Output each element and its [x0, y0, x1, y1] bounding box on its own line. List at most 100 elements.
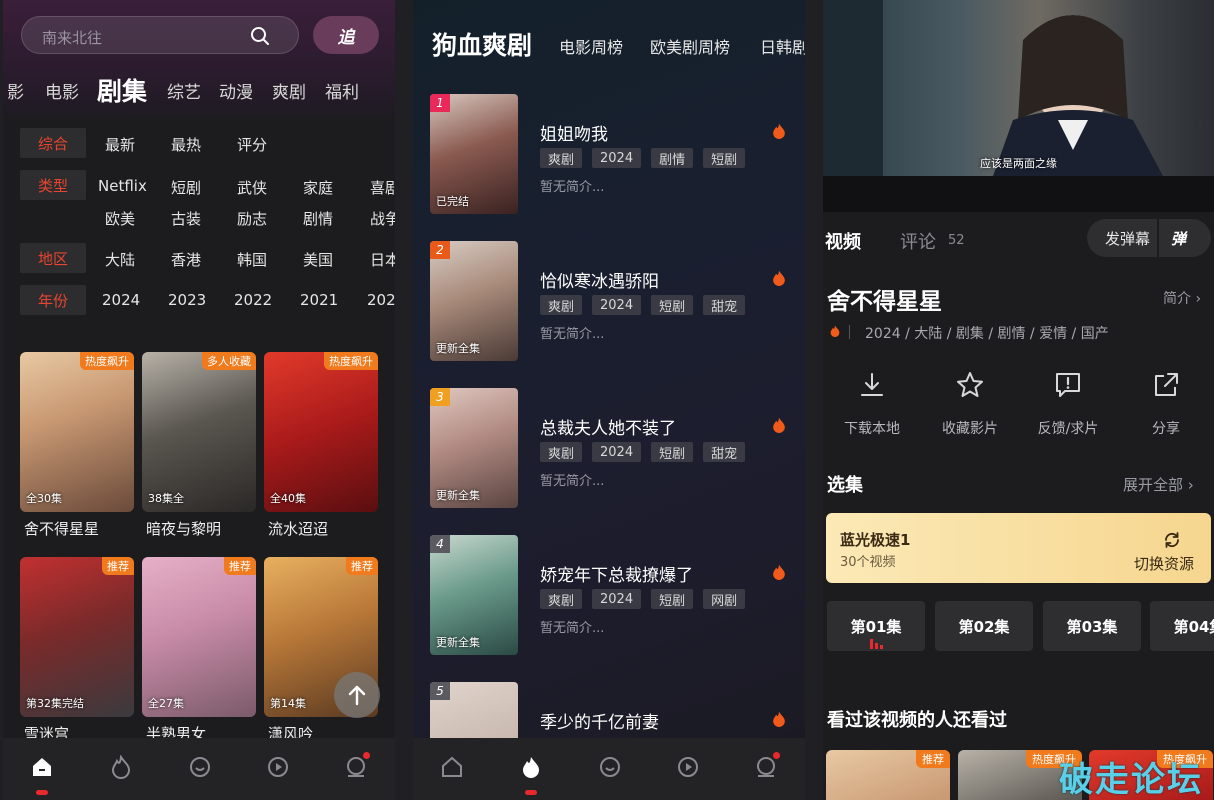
- nav-chat[interactable]: [595, 752, 625, 782]
- tab-video[interactable]: 视频: [825, 228, 861, 254]
- nav-play[interactable]: [673, 752, 703, 782]
- filter-option[interactable]: 香港: [171, 249, 201, 270]
- favorite-button[interactable]: 收藏影片: [925, 370, 1015, 438]
- ranking-tab[interactable]: 电影周榜: [559, 34, 623, 58]
- tab-active[interactable]: 剧集: [97, 72, 147, 108]
- filter-option[interactable]: 日本: [370, 249, 395, 270]
- nav-play[interactable]: [263, 752, 293, 782]
- poster-image: 2 更新全集: [430, 241, 518, 361]
- poster-status: 更新全集: [436, 342, 480, 355]
- expand-all-link[interactable]: 展开全部 ›: [1123, 474, 1194, 495]
- episode-button[interactable]: 第04集: [1150, 601, 1214, 651]
- player-divider: [823, 176, 1214, 212]
- download-button[interactable]: 下载本地: [827, 370, 917, 438]
- filter-option[interactable]: 2024: [102, 291, 140, 309]
- filter-region-key[interactable]: 地区: [20, 243, 86, 273]
- filter-option[interactable]: 武侠: [237, 177, 267, 198]
- filter-option[interactable]: 最新: [105, 134, 135, 155]
- filter-option[interactable]: 喜剧: [370, 177, 395, 198]
- nav-home[interactable]: [437, 752, 467, 782]
- category-tab[interactable]: 福利: [325, 78, 359, 103]
- tab-comment[interactable]: 评论: [900, 228, 936, 254]
- poster-badge: 热度飙升: [80, 352, 134, 370]
- search-input[interactable]: 南来北往: [21, 16, 299, 54]
- nav-chat[interactable]: [185, 752, 215, 782]
- filter-option[interactable]: 战争: [370, 208, 395, 229]
- filter-option[interactable]: 2023: [168, 291, 206, 309]
- feedback-button[interactable]: 反馈/求片: [1023, 370, 1113, 438]
- divider: [1157, 219, 1159, 257]
- app-logo-button[interactable]: 追: [313, 16, 379, 54]
- episode-count: 第32集完结: [26, 697, 84, 710]
- scroll-top-button[interactable]: [334, 672, 380, 718]
- item-title: 总裁夫人她不装了: [540, 419, 676, 439]
- danmu-toggle-icon[interactable]: 弹: [1171, 228, 1186, 249]
- category-tab[interactable]: 爽剧: [272, 78, 306, 103]
- filter-option[interactable]: 家庭: [303, 177, 333, 198]
- poster-image: 热度飙升全40集: [264, 352, 378, 512]
- poster-badge: 热度飙升: [324, 352, 378, 370]
- tag: 2024: [592, 589, 642, 609]
- source-card[interactable]: 蓝光极速1 30个视频 切换资源: [826, 513, 1211, 583]
- poster-image: 1 已完结: [430, 94, 518, 214]
- category-tab[interactable]: 电影: [45, 78, 79, 103]
- filter-option[interactable]: 最热: [171, 134, 201, 155]
- send-danmu-button[interactable]: 发弹幕: [1105, 228, 1150, 249]
- rank-number: 2: [430, 241, 450, 259]
- filter-option[interactable]: 欧美: [105, 208, 135, 229]
- filter-option[interactable]: 2022: [234, 291, 272, 309]
- filter-option[interactable]: 202: [367, 291, 395, 309]
- comment-count: 52: [948, 233, 965, 248]
- tag-list: 爽剧 2024 短剧 甜宠: [540, 295, 746, 315]
- tag: 爽剧: [540, 295, 583, 315]
- filter-option[interactable]: 励志: [237, 208, 267, 229]
- filter-type-key[interactable]: 类型: [20, 170, 86, 200]
- share-button[interactable]: 分享: [1121, 370, 1211, 438]
- filter-year-key[interactable]: 年份: [20, 285, 86, 315]
- ranking-item[interactable]: 3 更新全集 总裁夫人她不装了 爽剧 2024 短剧 甜宠 暂无简介...: [413, 388, 805, 518]
- episodes-heading: 选集: [827, 475, 863, 496]
- filter-option[interactable]: 大陆: [105, 249, 135, 270]
- poster-badge: 推荐: [102, 557, 134, 575]
- category-tab[interactable]: 综艺: [167, 78, 201, 103]
- intro-link[interactable]: 简介 ›: [1163, 288, 1201, 308]
- episode-button[interactable]: 第02集: [935, 601, 1033, 651]
- filter-option[interactable]: 剧情: [303, 208, 333, 229]
- recommendation-card[interactable]: 推荐: [826, 750, 950, 800]
- nav-home[interactable]: [27, 752, 57, 782]
- rank-number: 4: [430, 535, 450, 553]
- filter-sort-key[interactable]: 综合: [20, 128, 86, 158]
- nav-hot[interactable]: [106, 752, 136, 782]
- poster-image: 热度飙升 全30集: [20, 352, 134, 512]
- search-icon[interactable]: [250, 26, 270, 46]
- episode-count: 全40集: [270, 492, 306, 505]
- filter-option[interactable]: 韩国: [237, 249, 267, 270]
- category-tab[interactable]: 影: [7, 78, 24, 103]
- play-icon: [268, 757, 288, 777]
- episode-button[interactable]: 第03集: [1043, 601, 1141, 651]
- active-indicator: [36, 790, 48, 795]
- ranking-tab[interactable]: 日韩剧: [760, 34, 805, 58]
- filter-option[interactable]: 美国: [303, 249, 333, 270]
- tag: 爽剧: [540, 589, 583, 609]
- ranking-item[interactable]: 1 已完结 姐姐吻我 爽剧 2024 剧情 短剧 暂无简介...: [413, 94, 805, 224]
- poster-badge: 推荐: [346, 557, 378, 575]
- feedback-icon: [1056, 373, 1080, 397]
- poster-badge: 推荐: [916, 750, 950, 768]
- tag-list: 爽剧 2024 短剧 网剧: [540, 589, 746, 609]
- switch-source-button[interactable]: 切换资源: [1134, 553, 1194, 574]
- video-player[interactable]: 应该是两面之缘: [823, 0, 1214, 176]
- chat-icon: [190, 757, 210, 777]
- filter-option[interactable]: Netflix: [98, 177, 147, 195]
- also-watched-heading: 看过该视频的人还看过: [827, 710, 1007, 731]
- filter-option[interactable]: 古装: [171, 208, 201, 229]
- nav-hot[interactable]: [516, 752, 546, 782]
- filter-option[interactable]: 短剧: [171, 177, 201, 198]
- ranking-item[interactable]: 4 更新全集 娇宠年下总裁撩爆了 爽剧 2024 短剧 网剧 暂无简介...: [413, 535, 805, 665]
- ranking-item[interactable]: 2 更新全集 恰似寒冰遇骄阳 爽剧 2024 短剧 甜宠 暂无简介...: [413, 241, 805, 371]
- filter-option[interactable]: 2021: [300, 291, 338, 309]
- filter-option[interactable]: 评分: [237, 134, 267, 155]
- action-label: 下载本地: [844, 421, 900, 437]
- category-tab[interactable]: 动漫: [219, 78, 253, 103]
- ranking-tab[interactable]: 欧美剧周榜: [650, 34, 730, 58]
